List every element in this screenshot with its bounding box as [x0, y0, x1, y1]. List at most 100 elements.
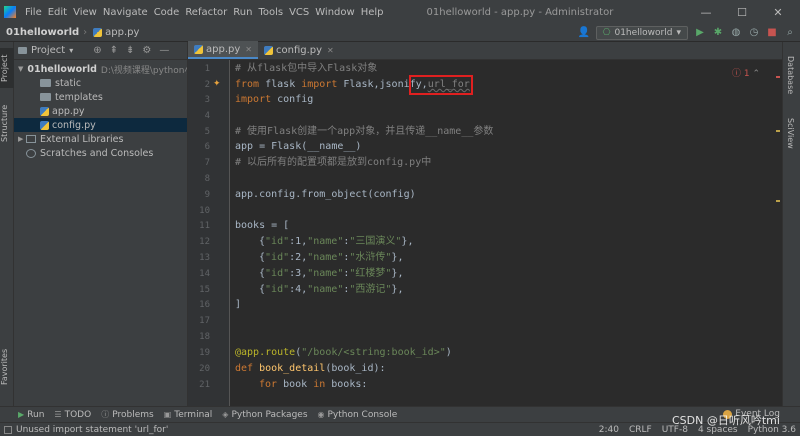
python-console-tool-button[interactable]: ◉ Python Console: [314, 410, 404, 420]
breadcrumb-file[interactable]: app.py: [87, 27, 143, 38]
maximize-icon[interactable]: ☐: [724, 6, 760, 19]
menu-edit[interactable]: Edit: [45, 7, 70, 18]
tab-label: app.py: [206, 43, 241, 55]
run-tool-button[interactable]: ▶ Run: [14, 410, 50, 420]
stop-icon[interactable]: ■: [766, 27, 778, 39]
error-stripe: [776, 60, 780, 220]
close-icon[interactable]: ✕: [327, 46, 334, 55]
project-panel-title[interactable]: Project: [31, 45, 65, 56]
tab-config-py[interactable]: config.py ✕: [258, 41, 340, 59]
editor-tabs: app.py ✕ config.py ✕: [188, 41, 782, 60]
code-line-16: ]: [235, 299, 242, 310]
python-packages-tool-button[interactable]: ◈ Python Packages: [218, 410, 313, 420]
tree-item-config-py[interactable]: config.py: [14, 118, 187, 132]
line-number: 12: [199, 237, 210, 247]
run-tool-label: Run: [27, 409, 45, 420]
tree-item-templates[interactable]: templates: [14, 90, 187, 104]
line-number: 14: [199, 269, 210, 279]
tab-app-py[interactable]: app.py ✕: [188, 41, 258, 59]
run-config-label: 01helloworld: [614, 28, 673, 38]
terminal-tool-button[interactable]: ▣ Terminal: [160, 410, 219, 420]
profile-icon[interactable]: ◷: [748, 27, 760, 39]
menu-navigate[interactable]: Navigate: [100, 7, 151, 18]
tree-item-app-py[interactable]: app.py: [14, 104, 187, 118]
list-icon: ☰: [54, 410, 62, 419]
menu-help[interactable]: Help: [358, 7, 387, 18]
status-checkbox-icon[interactable]: [4, 425, 12, 434]
tab-label: config.py: [275, 44, 323, 56]
window-controls: — ☐ ✕: [688, 0, 796, 24]
line-number-gutter: 1 2 ✦ 3 4 5 6 7 8 9 10 11 12 13 14 15 16…: [188, 60, 230, 406]
sciview-tool-tab[interactable]: SciView: [786, 118, 795, 149]
menu-view[interactable]: View: [70, 7, 100, 18]
menu-bar: File Edit View Navigate Code Refactor Ru…: [0, 0, 800, 24]
collapse-all-icon[interactable]: ⇞: [110, 45, 118, 56]
line-separator[interactable]: CRLF: [629, 425, 652, 435]
lightbulb-icon[interactable]: ✦: [213, 79, 221, 89]
tree-item-scratches[interactable]: Scratches and Consoles: [14, 146, 187, 160]
tree-item-external-libraries[interactable]: ▶ External Libraries: [14, 132, 187, 146]
expand-all-icon[interactable]: ⇟: [126, 45, 134, 56]
minimize-icon[interactable]: —: [688, 6, 724, 19]
line-number: 8: [204, 174, 210, 184]
breadcrumb-project[interactable]: 01helloworld: [0, 27, 83, 38]
packages-icon: ◈: [222, 410, 229, 419]
run-icon[interactable]: ▶: [694, 27, 706, 39]
python-file-icon: [93, 27, 103, 37]
code-line-7: # 以后所有的配置项都是放到config.py中: [235, 157, 432, 168]
coverage-icon[interactable]: ◍: [730, 27, 742, 39]
line-number: 1: [204, 64, 210, 74]
close-icon[interactable]: ✕: [245, 45, 252, 54]
python-console-icon: ◉: [317, 410, 325, 419]
menu-file[interactable]: File: [22, 7, 45, 18]
debug-icon[interactable]: ✱: [712, 27, 724, 39]
menu-run[interactable]: Run: [230, 7, 255, 18]
line-number: 18: [199, 332, 210, 342]
project-panel: Project ▾ ⊕ ⇞ ⇟ ⚙ — ▼ 01helloworld D:\视频…: [14, 42, 188, 406]
status-message: Unused import statement 'url_for': [0, 425, 168, 435]
structure-tool-tab[interactable]: Structure: [0, 98, 14, 148]
locate-file-icon[interactable]: ⊕: [93, 45, 101, 56]
menu-window[interactable]: Window: [312, 7, 357, 18]
warning-mark[interactable]: [776, 130, 780, 132]
problems-tool-button[interactable]: ⓘ Problems: [97, 409, 159, 420]
chevron-down-icon[interactable]: ▾: [69, 46, 73, 55]
line-number: 19: [199, 348, 210, 358]
right-tool-stripe: Database SciView: [782, 42, 800, 406]
warning-mark[interactable]: [776, 200, 780, 202]
hide-panel-icon[interactable]: —: [159, 45, 169, 56]
code-line-11: books = [: [235, 220, 290, 231]
line-number: 2: [204, 80, 210, 90]
error-count-value: 1: [743, 69, 750, 79]
python-console-tool-label: Python Console: [327, 409, 398, 420]
run-icon: ▶: [18, 410, 25, 419]
project-tool-tab[interactable]: Project: [0, 48, 14, 88]
menu-refactor[interactable]: Refactor: [182, 7, 230, 18]
tree-item-label: app.py: [52, 105, 85, 117]
caret-position[interactable]: 2:40: [599, 425, 619, 435]
line-number: 3: [204, 95, 210, 105]
error-mark[interactable]: [776, 76, 780, 78]
code-line-14: {"id":3,"name":"红楼梦"},: [259, 268, 404, 279]
expand-arrow-icon[interactable]: ▼: [18, 65, 23, 73]
menu-tools[interactable]: Tools: [255, 7, 286, 18]
run-configuration-select[interactable]: ⎔ 01helloworld ▾: [595, 26, 688, 40]
tree-item-static[interactable]: static: [14, 76, 187, 90]
inspection-error-count[interactable]: ⓘ 1 ⌃: [732, 66, 760, 79]
favorites-tool-tab[interactable]: Favorites: [0, 342, 14, 392]
csdn-watermark: CSDN @日听风吟tmi: [672, 414, 780, 427]
navigation-bar: 01helloworld › app.py 👤 ⎔ 01helloworld ▾ ▶…: [0, 24, 800, 42]
todo-tool-button[interactable]: ☰ TODO: [50, 410, 97, 420]
database-tool-tab[interactable]: Database: [786, 56, 795, 94]
tree-item-root[interactable]: ▼ 01helloworld D:\视频课程\python小: [14, 62, 187, 76]
menu-code[interactable]: Code: [151, 7, 183, 18]
close-window-icon[interactable]: ✕: [760, 6, 796, 19]
code-area[interactable]: # 从flask包中导入Flask对象 from flask import Fl…: [235, 60, 765, 406]
expand-arrow-icon[interactable]: ▶: [18, 135, 26, 143]
menu-vcs[interactable]: VCS: [286, 7, 312, 18]
gear-icon[interactable]: ⚙: [142, 45, 151, 56]
search-icon[interactable]: ⌕: [784, 27, 796, 39]
python-file-icon: [263, 45, 273, 55]
user-icon[interactable]: 👤: [578, 27, 590, 39]
todo-tool-label: TODO: [64, 409, 92, 420]
